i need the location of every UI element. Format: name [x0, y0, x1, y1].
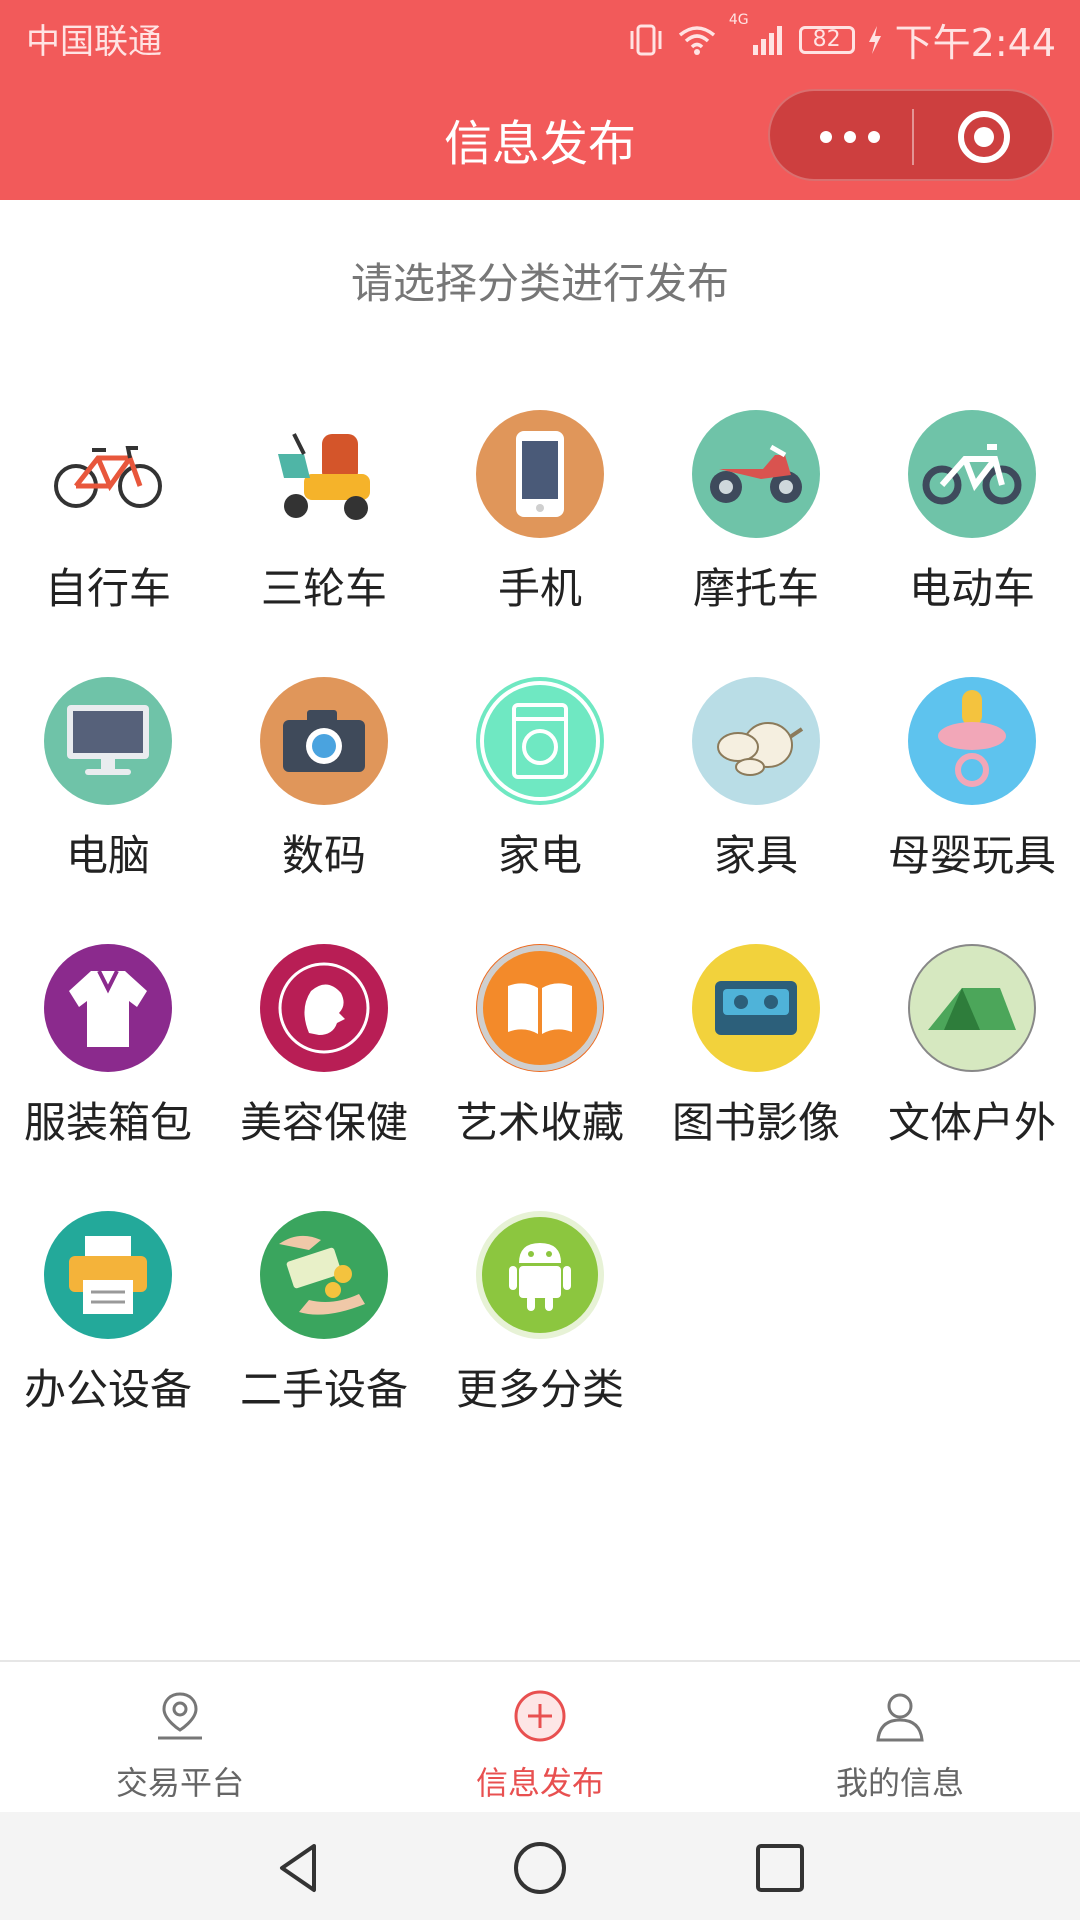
category-sports-outdoor[interactable]: 文体户外	[864, 939, 1080, 1149]
category-beauty-health[interactable]: 美容保健	[216, 939, 432, 1149]
category-label: 三轮车	[260, 564, 387, 613]
wifi-icon	[678, 25, 716, 55]
category-more[interactable]: 更多分类	[432, 1206, 648, 1416]
home-icon[interactable]	[510, 1838, 570, 1898]
signal-icon	[752, 25, 782, 55]
category-grid: 自行车 三轮车 手机 摩托车 电动车 电脑 数码 家电 家具 母婴玩具 服装箱包…	[0, 405, 1080, 1445]
tab-label: 交易平台	[115, 1764, 244, 1802]
category-second-hand-equipment[interactable]: 二手设备	[216, 1206, 432, 1416]
status-icons: 4G 82 下午2:44	[627, 12, 1056, 67]
target-circle-icon[interactable]	[956, 109, 1012, 165]
category-label: 办公设备	[23, 1365, 192, 1414]
category-label: 图书影像	[671, 1098, 840, 1147]
tent-icon	[908, 944, 1036, 1072]
location-pin-icon	[158, 1692, 202, 1740]
category-furniture[interactable]: 家具	[648, 672, 864, 882]
category-computer[interactable]: 电脑	[0, 672, 216, 882]
carrier-name: 中国联通	[26, 22, 162, 62]
category-ebike[interactable]: 电动车	[864, 405, 1080, 615]
user-icon	[876, 1693, 924, 1742]
tab-my-info[interactable]: 我的信息	[720, 1662, 1080, 1812]
book-icon	[476, 944, 604, 1072]
capsule-divider	[912, 109, 914, 165]
tab-publish[interactable]: 信息发布	[360, 1662, 720, 1812]
category-label: 电动车	[908, 564, 1035, 613]
network-type: 4G	[728, 12, 749, 28]
category-appliance[interactable]: 家电	[432, 672, 648, 882]
category-tricycle[interactable]: 三轮车	[216, 405, 432, 615]
battery-icon: 82	[798, 25, 855, 54]
money-hands-icon	[260, 1211, 388, 1339]
bicycle-icon	[44, 410, 172, 538]
category-label: 手机	[497, 564, 582, 613]
ebike-icon	[908, 410, 1036, 538]
teapot-icon	[692, 677, 820, 805]
pacifier-icon	[908, 677, 1036, 805]
category-label: 自行车	[44, 564, 171, 613]
printer-icon	[44, 1211, 172, 1339]
tab-label: 信息发布	[475, 1764, 604, 1802]
category-books-media[interactable]: 图书影像	[648, 939, 864, 1149]
android-icon	[476, 1211, 604, 1339]
recents-icon[interactable]	[750, 1838, 810, 1898]
category-digital[interactable]: 数码	[216, 672, 432, 882]
category-label: 二手设备	[239, 1365, 408, 1414]
tricycle-icon	[260, 410, 388, 538]
computer-icon	[44, 677, 172, 805]
more-dots-icon[interactable]	[810, 117, 890, 157]
bottom-tab-bar: 交易平台 信息发布 我的信息	[0, 1660, 1080, 1812]
category-art-collection[interactable]: 艺术收藏	[432, 939, 648, 1149]
category-label: 家具	[713, 831, 798, 880]
category-label: 数码	[281, 831, 366, 880]
camera-icon	[260, 677, 388, 805]
category-bicycle[interactable]: 自行车	[0, 405, 216, 615]
clock: 下午2:44	[894, 21, 1056, 65]
clothing-icon	[44, 944, 172, 1072]
category-motorcycle[interactable]: 摩托车	[648, 405, 864, 615]
motorcycle-icon	[692, 410, 820, 538]
category-label: 更多分类	[455, 1365, 624, 1414]
category-label: 母婴玩具	[887, 831, 1056, 880]
status-bar: 中国联通 4G 82 下午2:44	[0, 0, 1080, 75]
beauty-icon	[260, 944, 388, 1072]
add-circle-icon	[514, 1690, 566, 1742]
vibrate-icon	[630, 24, 662, 55]
category-office-equipment[interactable]: 办公设备	[0, 1206, 216, 1416]
category-baby-toys[interactable]: 母婴玩具	[864, 672, 1080, 882]
washing-machine-icon	[476, 677, 604, 805]
mini-program-capsule	[768, 89, 1054, 181]
category-label: 服装箱包	[23, 1098, 192, 1147]
category-label: 电脑	[65, 831, 150, 880]
system-navigation-bar	[0, 1812, 1080, 1920]
category-label: 家电	[497, 831, 582, 880]
category-label: 美容保健	[239, 1098, 408, 1147]
category-label: 文体户外	[887, 1098, 1056, 1147]
category-clothing-bags[interactable]: 服装箱包	[0, 939, 216, 1149]
phone-icon	[476, 410, 604, 538]
top-app-bar: 中国联通 4G 82 下午2:44 信息发布	[0, 0, 1080, 200]
tab-trading-platform[interactable]: 交易平台	[0, 1662, 360, 1812]
charging-icon	[868, 25, 881, 54]
tab-label: 我的信息	[835, 1764, 964, 1802]
category-label: 艺术收藏	[455, 1098, 624, 1147]
cassette-icon	[692, 944, 820, 1072]
back-icon[interactable]	[268, 1838, 328, 1898]
category-label: 摩托车	[692, 564, 819, 613]
section-prompt: 请选择分类进行发布	[350, 259, 729, 308]
category-phone[interactable]: 手机	[432, 405, 648, 615]
